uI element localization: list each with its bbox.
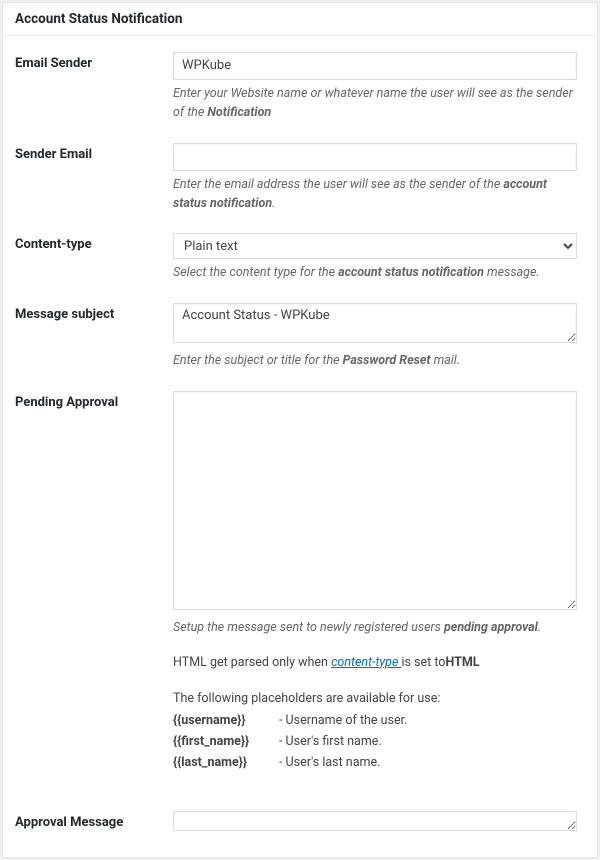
content-type-link[interactable]: content-type [331,655,401,670]
panel-body: Email Sender Enter your Website name or … [3,36,597,857]
email-sender-row: Email Sender Enter your Website name or … [15,42,585,133]
content-type-label: Content-type [15,233,173,252]
panel-header: Account Status Notification [3,3,597,36]
placeholder-row: {{first_name}} - User's first name. [173,731,577,752]
approval-message-input[interactable] [173,811,577,831]
email-sender-field: Enter your Website name or whatever name… [173,52,585,123]
placeholder-row: {{username}} - Username of the user. [173,710,577,731]
pending-approval-field: Setup the message sent to newly register… [173,391,585,774]
email-sender-input[interactable] [173,52,577,80]
panel-title: Account Status Notification [15,11,585,27]
message-subject-label: Message subject [15,303,173,322]
pending-approval-extra: HTML get parsed only when content-type i… [173,654,577,673]
content-type-field: Plain text Select the content type for t… [173,233,585,283]
pending-approval-row: Pending Approval Setup the message sent … [15,381,585,784]
approval-message-label: Approval Message [15,811,173,830]
placeholder-list: The following placeholders are available… [173,688,577,773]
placeholder-row: {{last_name}} - User's last name. [173,752,577,773]
placeholder-intro: The following placeholders are available… [173,688,577,709]
placeholder-desc: - Username of the user. [273,710,407,731]
account-status-notification-panel: Account Status Notification Email Sender… [2,2,598,858]
sender-email-input[interactable] [173,143,577,171]
sender-email-field: Enter the email address the user will se… [173,143,585,214]
approval-message-field [173,811,585,835]
message-subject-desc: Enter the subject or title for the Passw… [173,352,577,371]
email-sender-desc: Enter your Website name or whatever name… [173,85,577,123]
message-subject-field: Account Status - WPKube Enter the subjec… [173,303,585,371]
email-sender-label: Email Sender [15,52,173,71]
content-type-select[interactable]: Plain text [173,233,577,259]
content-type-row: Content-type Plain text Select the conte… [15,223,585,293]
sender-email-row: Sender Email Enter the email address the… [15,133,585,224]
pending-approval-desc: Setup the message sent to newly register… [173,619,577,638]
message-subject-row: Message subject Account Status - WPKube … [15,293,585,381]
sender-email-label: Sender Email [15,143,173,162]
content-type-desc: Select the content type for the account … [173,264,577,283]
approval-message-row: Approval Message [15,783,585,845]
sender-email-desc: Enter the email address the user will se… [173,176,577,214]
placeholder-token: {{last_name}} [173,752,273,773]
placeholder-token: {{first_name}} [173,731,273,752]
placeholder-desc: - User's first name. [273,731,382,752]
placeholder-token: {{username}} [173,710,273,731]
placeholder-desc: - User's last name. [273,752,380,773]
message-subject-input[interactable]: Account Status - WPKube [173,303,577,343]
pending-approval-label: Pending Approval [15,391,173,410]
pending-approval-input[interactable] [173,391,577,610]
